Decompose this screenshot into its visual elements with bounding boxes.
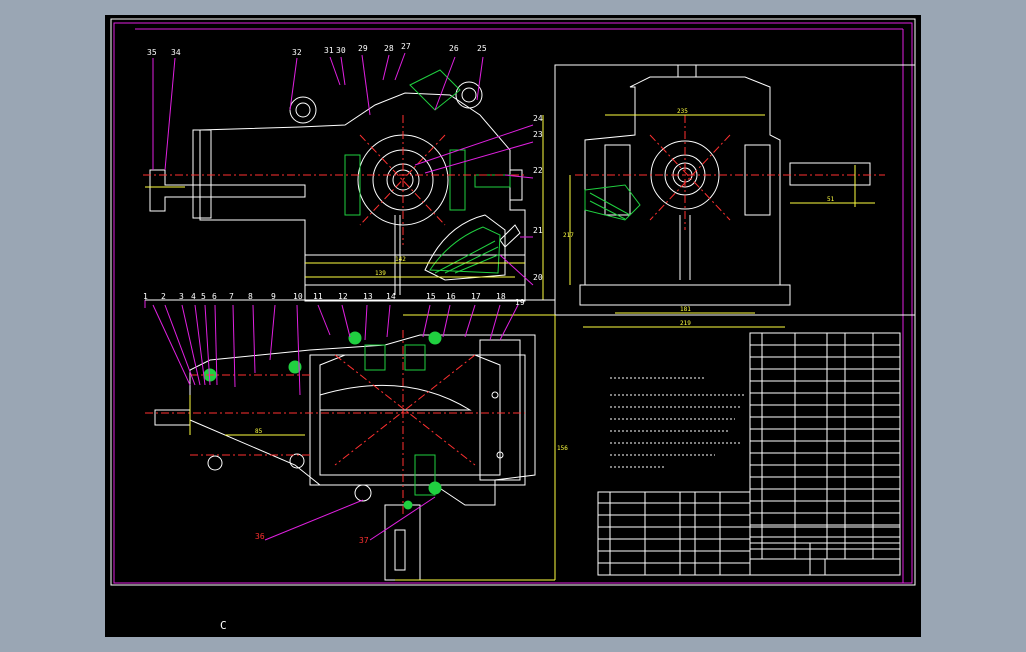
front-view [149,81,526,302]
part-number-14: 14 [386,292,396,301]
part-number-16: 16 [446,292,456,301]
part-number-35: 35 [147,48,157,57]
part-number-24: 24 [533,114,543,123]
part-number-23: 23 [533,130,543,139]
dim-side-base-inner: 181 [680,306,691,313]
part-number-31: 31 [324,46,334,55]
part-number-19: 19 [515,298,525,307]
part-number-15: 15 [426,292,436,301]
part-number-34: 34 [171,48,181,57]
parts-list-rows [750,344,900,550]
dim-shaft-len: 51 [827,196,835,203]
dim-front-b: 139 [375,270,386,277]
part-number-5: 5 [201,292,206,301]
gearbox-assembly-drawing: 35 34 32 31 30 29 28 27 26 2524232221201 2 3 4 5 6 7 8 9 1… [110,18,916,632]
part-number-27: 27 [401,42,411,51]
part-number-22: 22 [533,166,543,175]
part-number-36: 36 [255,532,265,541]
cursor-glyph: C [220,619,227,632]
side-view [554,64,916,316]
side-centerlines [575,115,885,230]
part-number-26: 26 [449,44,459,53]
part-number-2: 2 [161,292,166,301]
lower-table-rows [598,502,750,564]
part-number-28: 28 [384,44,394,53]
part-number-1: 1 [143,292,148,301]
dim-side-height: 217 [563,232,574,239]
front-view-hatch [344,69,511,274]
part-number-11: 11 [313,292,323,301]
part-number-37: 37 [359,536,369,545]
part-number-7: 7 [229,292,234,301]
part-number-6: 6 [212,292,217,301]
part-number-12: 12 [338,292,348,301]
dim-front-a: 142 [395,256,406,263]
dim-side-width: 235 [677,108,688,115]
drawing-frame [113,22,913,584]
outer-border [110,18,916,586]
part-number-18: 18 [496,292,506,301]
part-number-30: 30 [336,46,346,55]
side-dimensions [569,114,875,328]
part-number-4: 4 [191,292,196,301]
part-number-8: 8 [248,292,253,301]
part-number-32: 32 [292,48,302,57]
title-block [749,526,901,576]
part-number-21: 21 [533,226,543,235]
part-number-3: 3 [179,292,184,301]
part-number-13: 13 [363,292,373,301]
cad-canvas[interactable]: 35 34 32 31 30 29 28 27 26 25 24 23 22 21 20 1 2 3 4 5 6 7 8 9 1… [105,15,921,637]
dim-plan-height: 156 [557,445,568,452]
technical-notes-lines [610,377,745,468]
part-number-10: 10 [293,292,303,301]
part-number-25: 25 [477,44,487,53]
dim-plan: 85 [255,428,263,435]
part-number-9: 9 [271,292,276,301]
part-number-20: 20 [533,273,543,282]
plan-view-hatch [203,331,442,510]
part-number-17: 17 [471,292,481,301]
dim-side-base-outer: 219 [680,320,691,327]
part-number-29: 29 [358,44,368,53]
